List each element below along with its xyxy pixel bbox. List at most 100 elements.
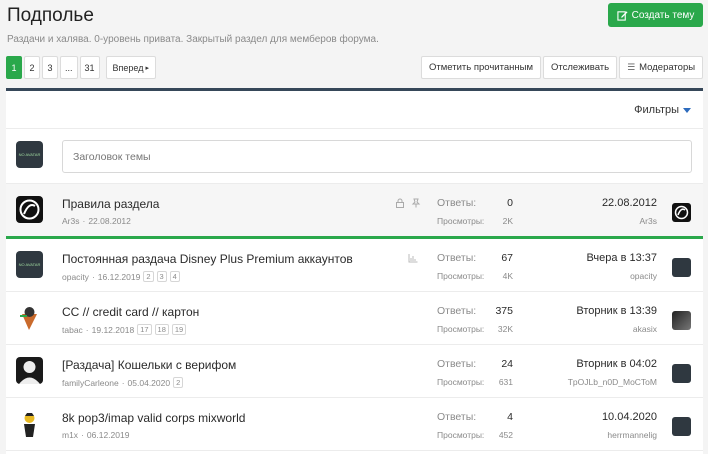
next-page-label: Вперед [112, 62, 144, 73]
avatar[interactable] [16, 410, 43, 437]
chevron-right-icon: ▸ [145, 64, 149, 72]
thread-meta: Ar3s · 22.08.2012 [62, 216, 131, 226]
views-label: Просмотры: [437, 324, 485, 334]
thread-list: Фильтры NO AVATAR Правила раздела Ar3s·2… [6, 88, 703, 454]
thread-status-icons [395, 198, 421, 208]
create-thread-label: Создать тему [631, 9, 695, 21]
last-poster-avatar[interactable] [672, 417, 691, 436]
thread-meta: m1x · 06.12.2019 [62, 430, 130, 440]
thread-row: 8k pop3/imap valid corps mixworld m1x · 06… [6, 398, 703, 451]
watch-forum-button[interactable]: Отслеживать [542, 56, 618, 79]
replies-count: 24 [501, 358, 513, 370]
views-count: 32K [497, 324, 513, 334]
last-post-date[interactable]: 22.08.2012 [602, 197, 657, 209]
filters-label: Фильтры [634, 104, 679, 116]
thread-page-link[interactable]: 3 [156, 271, 167, 282]
page-link-1[interactable]: 1 [6, 56, 22, 79]
quick-thread-row: NO AVATAR [6, 128, 703, 183]
replies-count: 4 [507, 411, 513, 423]
thread-author[interactable]: opacity [62, 272, 89, 282]
thread-row: [Раздача] Кошельки с верифом familyCarle… [6, 345, 703, 398]
watch-forum-label: Отслеживать [550, 62, 610, 73]
thread-title[interactable]: Постоянная раздача Disney Plus Premium а… [62, 252, 353, 266]
last-poster-avatar[interactable] [672, 364, 691, 383]
edit-icon [616, 10, 628, 21]
thread-meta: familyCarleone · 05.04.2020 2 [62, 377, 184, 388]
next-page-button[interactable]: Вперед ▸ [105, 56, 156, 79]
avatar-image [19, 199, 40, 220]
forum-actions: Отметить прочитанным Отслеживать ☰ Модер… [421, 56, 704, 79]
last-poster-avatar[interactable] [672, 203, 691, 222]
moderators-label: Модераторы [639, 62, 696, 73]
forum-description: Раздачи и халява. 0-уровень привата. Зак… [7, 34, 379, 45]
last-post-user[interactable]: akasix [633, 324, 657, 334]
moderators-button[interactable]: ☰ Модераторы [619, 56, 704, 79]
last-poster-avatar[interactable] [672, 311, 691, 330]
replies-count: 0 [507, 197, 513, 209]
views-label: Просмотры: [437, 430, 485, 440]
thread-title[interactable]: CC // credit card // картон [62, 305, 199, 319]
thread-page-link[interactable]: 18 [154, 324, 169, 335]
last-post-date[interactable]: Вторник в 13:39 [576, 305, 657, 317]
mark-read-button[interactable]: Отметить прочитанным [421, 56, 541, 79]
thread-title-input[interactable] [62, 140, 692, 173]
thread-title[interactable]: Правила раздела [62, 197, 159, 211]
avatar[interactable]: NO AVATAR [16, 251, 43, 278]
avatar-image [674, 205, 689, 220]
avatar-image [20, 307, 37, 330]
thread-author[interactable]: Ar3s [62, 216, 79, 226]
avatar: NO AVATAR [16, 141, 43, 168]
lock-icon [396, 198, 404, 208]
chart-icon [408, 254, 418, 263]
thread-title[interactable]: [Раздача] Кошельки с верифом [62, 358, 236, 372]
thread-row: NO AVATAR Постоянная раздача Disney Plus… [6, 239, 703, 292]
thread-status-icons [408, 253, 418, 263]
avatar[interactable] [16, 196, 43, 223]
thread-page-link[interactable]: 4 [169, 271, 180, 282]
last-post-user[interactable]: Ar3s [640, 216, 657, 226]
thread-date: 06.12.2019 [86, 430, 130, 440]
menu-icon: ☰ [627, 62, 636, 72]
views-label: Просмотры: [437, 216, 485, 226]
replies-label: Ответы: [437, 305, 477, 317]
thread-title[interactable]: 8k pop3/imap valid corps mixworld [62, 411, 245, 425]
views-label: Просмотры: [437, 377, 485, 387]
page-jump-ellipsis[interactable]: ... [60, 56, 78, 79]
avatar[interactable] [16, 304, 43, 331]
thread-page-link[interactable]: 17 [137, 324, 152, 335]
filters-button[interactable]: Фильтры [634, 104, 691, 116]
thread-author[interactable]: m1x [62, 430, 78, 440]
thread-date: 19.12.2018 [91, 324, 135, 335]
last-post-user[interactable]: herrmannelig [607, 430, 657, 440]
thread-author[interactable]: familyCarleone [62, 378, 119, 388]
last-post-date[interactable]: Вторник в 04:02 [576, 358, 657, 370]
last-post-user[interactable]: TpOJLb_n0D_MoCToM [568, 377, 657, 387]
page-link-31[interactable]: 31 [79, 56, 100, 79]
avatar[interactable] [16, 357, 43, 384]
avatar-placeholder-text: NO AVATAR [18, 262, 41, 267]
page-link-3[interactable]: 3 [42, 56, 58, 79]
create-thread-button[interactable]: Создать тему [608, 3, 703, 27]
thread-date: 05.04.2020 [127, 377, 171, 388]
last-post-date[interactable]: 10.04.2020 [602, 411, 657, 423]
thread-page-link[interactable]: 2 [173, 377, 184, 388]
page-link-2[interactable]: 2 [24, 56, 40, 79]
last-poster-avatar[interactable] [672, 258, 691, 277]
thread-date: 22.08.2012 [88, 216, 131, 226]
thread-author[interactable]: tabac [62, 325, 83, 335]
thread-meta: tabac · 19.12.2018 17 18 19 [62, 324, 187, 335]
last-post-user[interactable]: opacity [630, 271, 657, 281]
pagination: 1 2 3 ... 31 Вперед ▸ [6, 56, 156, 79]
thread-page-link[interactable]: 19 [171, 324, 187, 335]
mark-read-label: Отметить прочитанным [429, 62, 533, 73]
replies-count: 375 [495, 305, 513, 317]
thread-page-link[interactable]: 2 [143, 271, 154, 282]
replies-label: Ответы: [437, 197, 477, 209]
page-title: Подполье [7, 5, 94, 26]
sticky-thread-row: Правила раздела Ar3s · 22.08.2012 Ответы: … [6, 183, 703, 236]
last-post-date[interactable]: Вчера в 13:37 [586, 252, 657, 264]
views-count: 631 [498, 377, 513, 387]
views-count: 2K [502, 216, 513, 226]
avatar-placeholder-text: NO AVATAR [18, 152, 41, 157]
avatar-image [24, 413, 35, 437]
